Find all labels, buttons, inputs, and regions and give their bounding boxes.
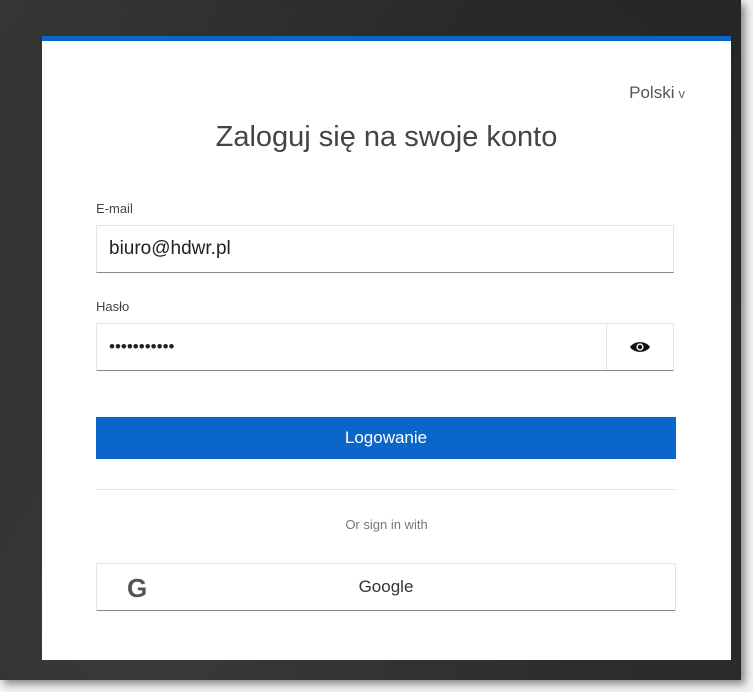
email-label: E-mail: [96, 201, 133, 216]
login-button[interactable]: Logowanie: [96, 417, 676, 459]
email-input[interactable]: [109, 226, 659, 272]
eye-icon: [630, 342, 650, 352]
password-input[interactable]: [109, 324, 599, 370]
language-label: Polski: [629, 83, 675, 102]
google-label: Google: [358, 577, 414, 596]
password-label: Hasło: [96, 299, 130, 314]
language-selector[interactable]: Polski v: [629, 83, 685, 103]
password-field-box: [96, 323, 674, 371]
window-frame: Polski v Zaloguj się na swoje konto E-mai…: [0, 0, 741, 680]
chevron-down-icon: v: [678, 86, 686, 101]
email-field-box: [96, 225, 674, 273]
google-sign-in-button[interactable]: G Google: [96, 563, 676, 611]
divider: [96, 489, 676, 490]
show-password-button[interactable]: [606, 324, 673, 370]
page-title: Zaloguj się na swoje konto: [215, 121, 558, 153]
login-card: Polski v Zaloguj się na swoje konto E-mai…: [42, 36, 731, 660]
or-sign-in-text: Or sign in with: [345, 517, 428, 532]
